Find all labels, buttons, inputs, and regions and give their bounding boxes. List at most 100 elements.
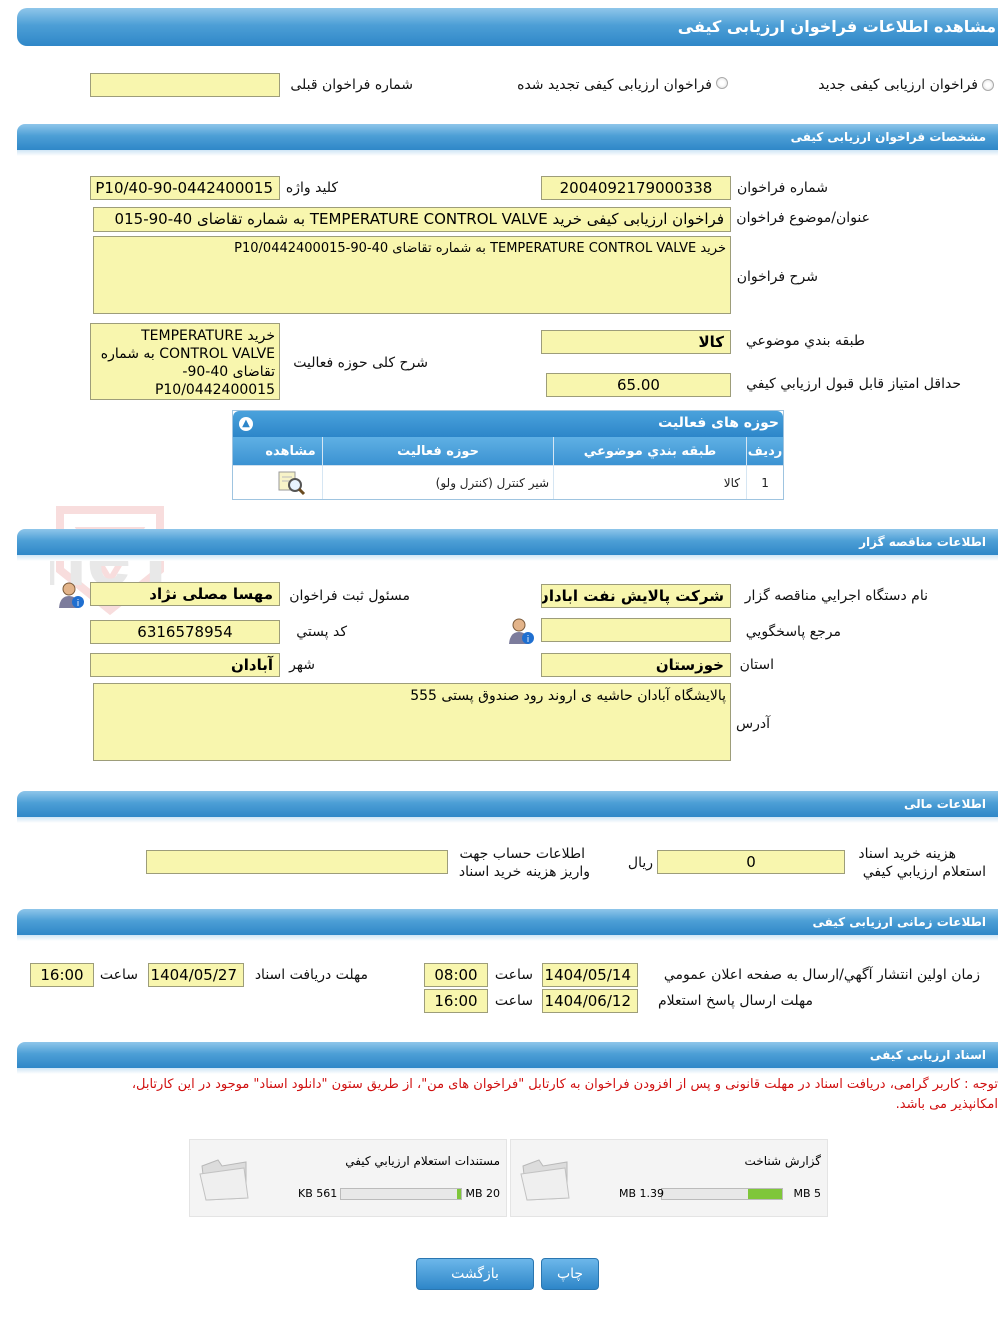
receive-label: مهلت دريافت اسناد — [254, 967, 368, 983]
activities-table: حوزه های فعاليت ▲ رديف طبقه بندي موضوعي … — [232, 410, 784, 500]
page-title: مشاهده اطلاعات فراخوان ارزيابی کيفی — [677, 17, 996, 36]
file-max-size: 5 MB — [793, 1187, 821, 1200]
receive-time-label: ساعت — [99, 967, 138, 983]
address-label: آدرس — [736, 716, 770, 732]
file-name: گزارش شناخت — [744, 1154, 821, 1168]
city-label: شهر — [289, 657, 315, 673]
account-field[interactable] — [146, 850, 448, 874]
prev-number-field[interactable] — [90, 73, 280, 97]
category-label: طبقه بندي موضوعي — [745, 333, 865, 349]
call-number-field[interactable]: 2004092179000338 — [541, 176, 731, 200]
publish-time-label: ساعت — [494, 967, 533, 983]
account-label-line1: اطلاعات حساب جهت — [459, 846, 585, 862]
publish-time-field[interactable]: 08:00 — [424, 963, 488, 987]
prev-number-label: شماره فراخوان قبلی — [290, 77, 413, 93]
file-progress-fill — [457, 1189, 461, 1199]
section-financial-title: اطلاعات مالی — [903, 797, 986, 811]
postal-code-field[interactable]: 6316578954 — [90, 620, 280, 644]
print-button[interactable]: چاپ — [541, 1258, 599, 1290]
city-field[interactable]: آبادان — [90, 653, 280, 677]
folder-icon — [199, 1159, 249, 1201]
svg-text:i: i — [77, 599, 80, 609]
section-timing-title: اطلاعات زمانی ارزيابی کيفی — [812, 915, 986, 929]
publish-label: زمان اولين انتشار آگهي/ارسال به صفحه اعل… — [663, 967, 980, 983]
registrar-field[interactable]: مهسا مصلی نژاد — [90, 582, 280, 606]
reply-label: مهلت ارسال پاسخ استعلام — [657, 993, 813, 1009]
org-name-field[interactable]: شرکت پالايش نفت ابادان — [541, 584, 731, 608]
magnifier-view-icon[interactable] — [275, 469, 307, 497]
subject-label: عنوان/موضوع فراخوان — [736, 210, 870, 226]
reply-time-label: ساعت — [494, 993, 533, 1009]
call-number-label: شماره فراخوان — [737, 180, 828, 196]
col-index: رديف — [746, 437, 783, 465]
description-field[interactable]: خريد TEMPERATURE CONTROL VALVE به شماره … — [93, 236, 731, 314]
file-progress-bar — [661, 1188, 783, 1200]
responder-info-icon[interactable]: i — [506, 616, 536, 646]
fee-field[interactable]: 0 — [657, 850, 845, 874]
view-cell — [259, 466, 322, 499]
responder-label: مرجع پاسخگويي — [745, 624, 841, 640]
file-card-report[interactable]: گزارش شناخت 5 MB 1.39 MB — [510, 1139, 828, 1217]
file-max-size: 20 MB — [465, 1187, 500, 1200]
cell-index: 1 — [746, 466, 783, 499]
file-size: 1.39 MB — [619, 1187, 665, 1200]
svg-text:i: i — [527, 635, 530, 645]
activity-desc-field[interactable]: خريد TEMPERATURE CONTROL VALVE به شماره … — [90, 323, 280, 400]
activity-desc-label: شرح کلی حوزه فعاليت — [293, 355, 428, 371]
section-documents-title: اسناد ارزيابی کيفی — [869, 1048, 986, 1062]
page-header: مشاهده اطلاعات فراخوان ارزيابی کيفی — [17, 8, 998, 46]
radio-renewed-call[interactable] — [716, 77, 728, 89]
category-field[interactable]: کالا — [541, 330, 731, 354]
activities-table-header: حوزه های فعاليت ▲ — [233, 411, 783, 437]
fee-label-line2: استعلام ارزيابي کيفي — [862, 864, 986, 880]
subject-field[interactable]: فراخوان ارزيابی کيفی خريد TEMPERATURE CO… — [93, 207, 731, 232]
receive-date-field[interactable]: 1404/05/27 — [148, 963, 244, 987]
postal-code-label: کد پستي — [296, 624, 347, 640]
province-label: استان — [739, 657, 774, 673]
file-progress-bar — [340, 1188, 462, 1200]
fee-label-line1: هزينه خريد اسناد — [858, 846, 956, 862]
responder-field[interactable] — [541, 618, 731, 642]
file-card-documents[interactable]: مستندات استعلام ارزيابي کيفي 20 MB 561 K… — [189, 1139, 507, 1217]
section-organizer-title: اطلاعات مناقصه گزار — [859, 535, 986, 549]
activities-column-headers: رديف طبقه بندي موضوعي حوزه فعاليت مشاهده — [233, 437, 783, 465]
activities-table-title: حوزه های فعاليت — [658, 415, 779, 431]
collapse-icon[interactable]: ▲ — [239, 417, 253, 431]
org-name-label: نام دستگاه اجرايي مناقصه گزار — [744, 588, 928, 604]
col-category: طبقه بندي موضوعي — [553, 437, 746, 465]
province-field[interactable]: خوزستان — [541, 653, 731, 677]
keyword-field[interactable]: P10/40-90-0442400015 — [90, 176, 280, 200]
radio-renewed-label: فراخوان ارزيابی کيفی تجديد شده — [517, 77, 712, 93]
file-size: 561 KB — [298, 1187, 338, 1200]
cell-activity: شير کنترل (کنترل ولو) — [322, 466, 553, 499]
address-field[interactable]: پالايشگاه آبادان حاشيه ی اروند رود صندوق… — [93, 683, 731, 761]
section-specs-header: مشخصات فراخوان ارزيابی کيفی — [17, 124, 998, 156]
file-name: مستندات استعلام ارزيابي کيفي — [345, 1154, 500, 1168]
section-documents-header: اسناد ارزيابی کيفی — [17, 1042, 998, 1074]
user-info-icon[interactable]: i — [56, 580, 86, 610]
reply-date-field[interactable]: 1404/06/12 — [542, 989, 638, 1013]
publish-date-field[interactable]: 1404/05/14 — [542, 963, 638, 987]
table-row: 1 کالا شير کنترل (کنترل ولو) — [233, 465, 783, 499]
reply-time-field[interactable]: 16:00 — [424, 989, 488, 1013]
documents-notice: توجه : کاربر گرامی، دريافت اسناد در مهلت… — [28, 1075, 998, 1115]
notice-line-2: امکانپذير می باشد. — [895, 1097, 998, 1112]
min-score-label: حداقل امتياز قابل قبول ارزيابي کيفي — [746, 376, 961, 392]
back-button[interactable]: بازگشت — [416, 1258, 534, 1290]
description-label: شرح فراخوان — [736, 269, 818, 285]
registrar-label: مسئول ثبت فراخوان — [289, 588, 410, 604]
section-financial-header: اطلاعات مالی — [17, 791, 998, 823]
folder-icon — [520, 1159, 570, 1201]
radio-new-call[interactable] — [982, 79, 994, 91]
file-progress-fill — [748, 1189, 782, 1199]
col-activity: حوزه فعاليت — [322, 437, 553, 465]
section-specs-title: مشخصات فراخوان ارزيابی کيفی — [790, 130, 986, 144]
section-organizer-header: اطلاعات مناقصه گزار — [17, 529, 998, 561]
section-timing-header: اطلاعات زمانی ارزيابی کيفی — [17, 909, 998, 941]
receive-time-field[interactable]: 16:00 — [30, 963, 94, 987]
notice-line-1: توجه : کاربر گرامی، دريافت اسناد در مهلت… — [131, 1077, 998, 1092]
account-label-line2: واريز هزينه خريد اسناد — [458, 864, 590, 880]
radio-new-label: فراخوان ارزيابی کيفی جديد — [818, 77, 978, 93]
fee-unit: ريال — [627, 855, 653, 871]
min-score-field[interactable]: 65.00 — [546, 373, 731, 397]
